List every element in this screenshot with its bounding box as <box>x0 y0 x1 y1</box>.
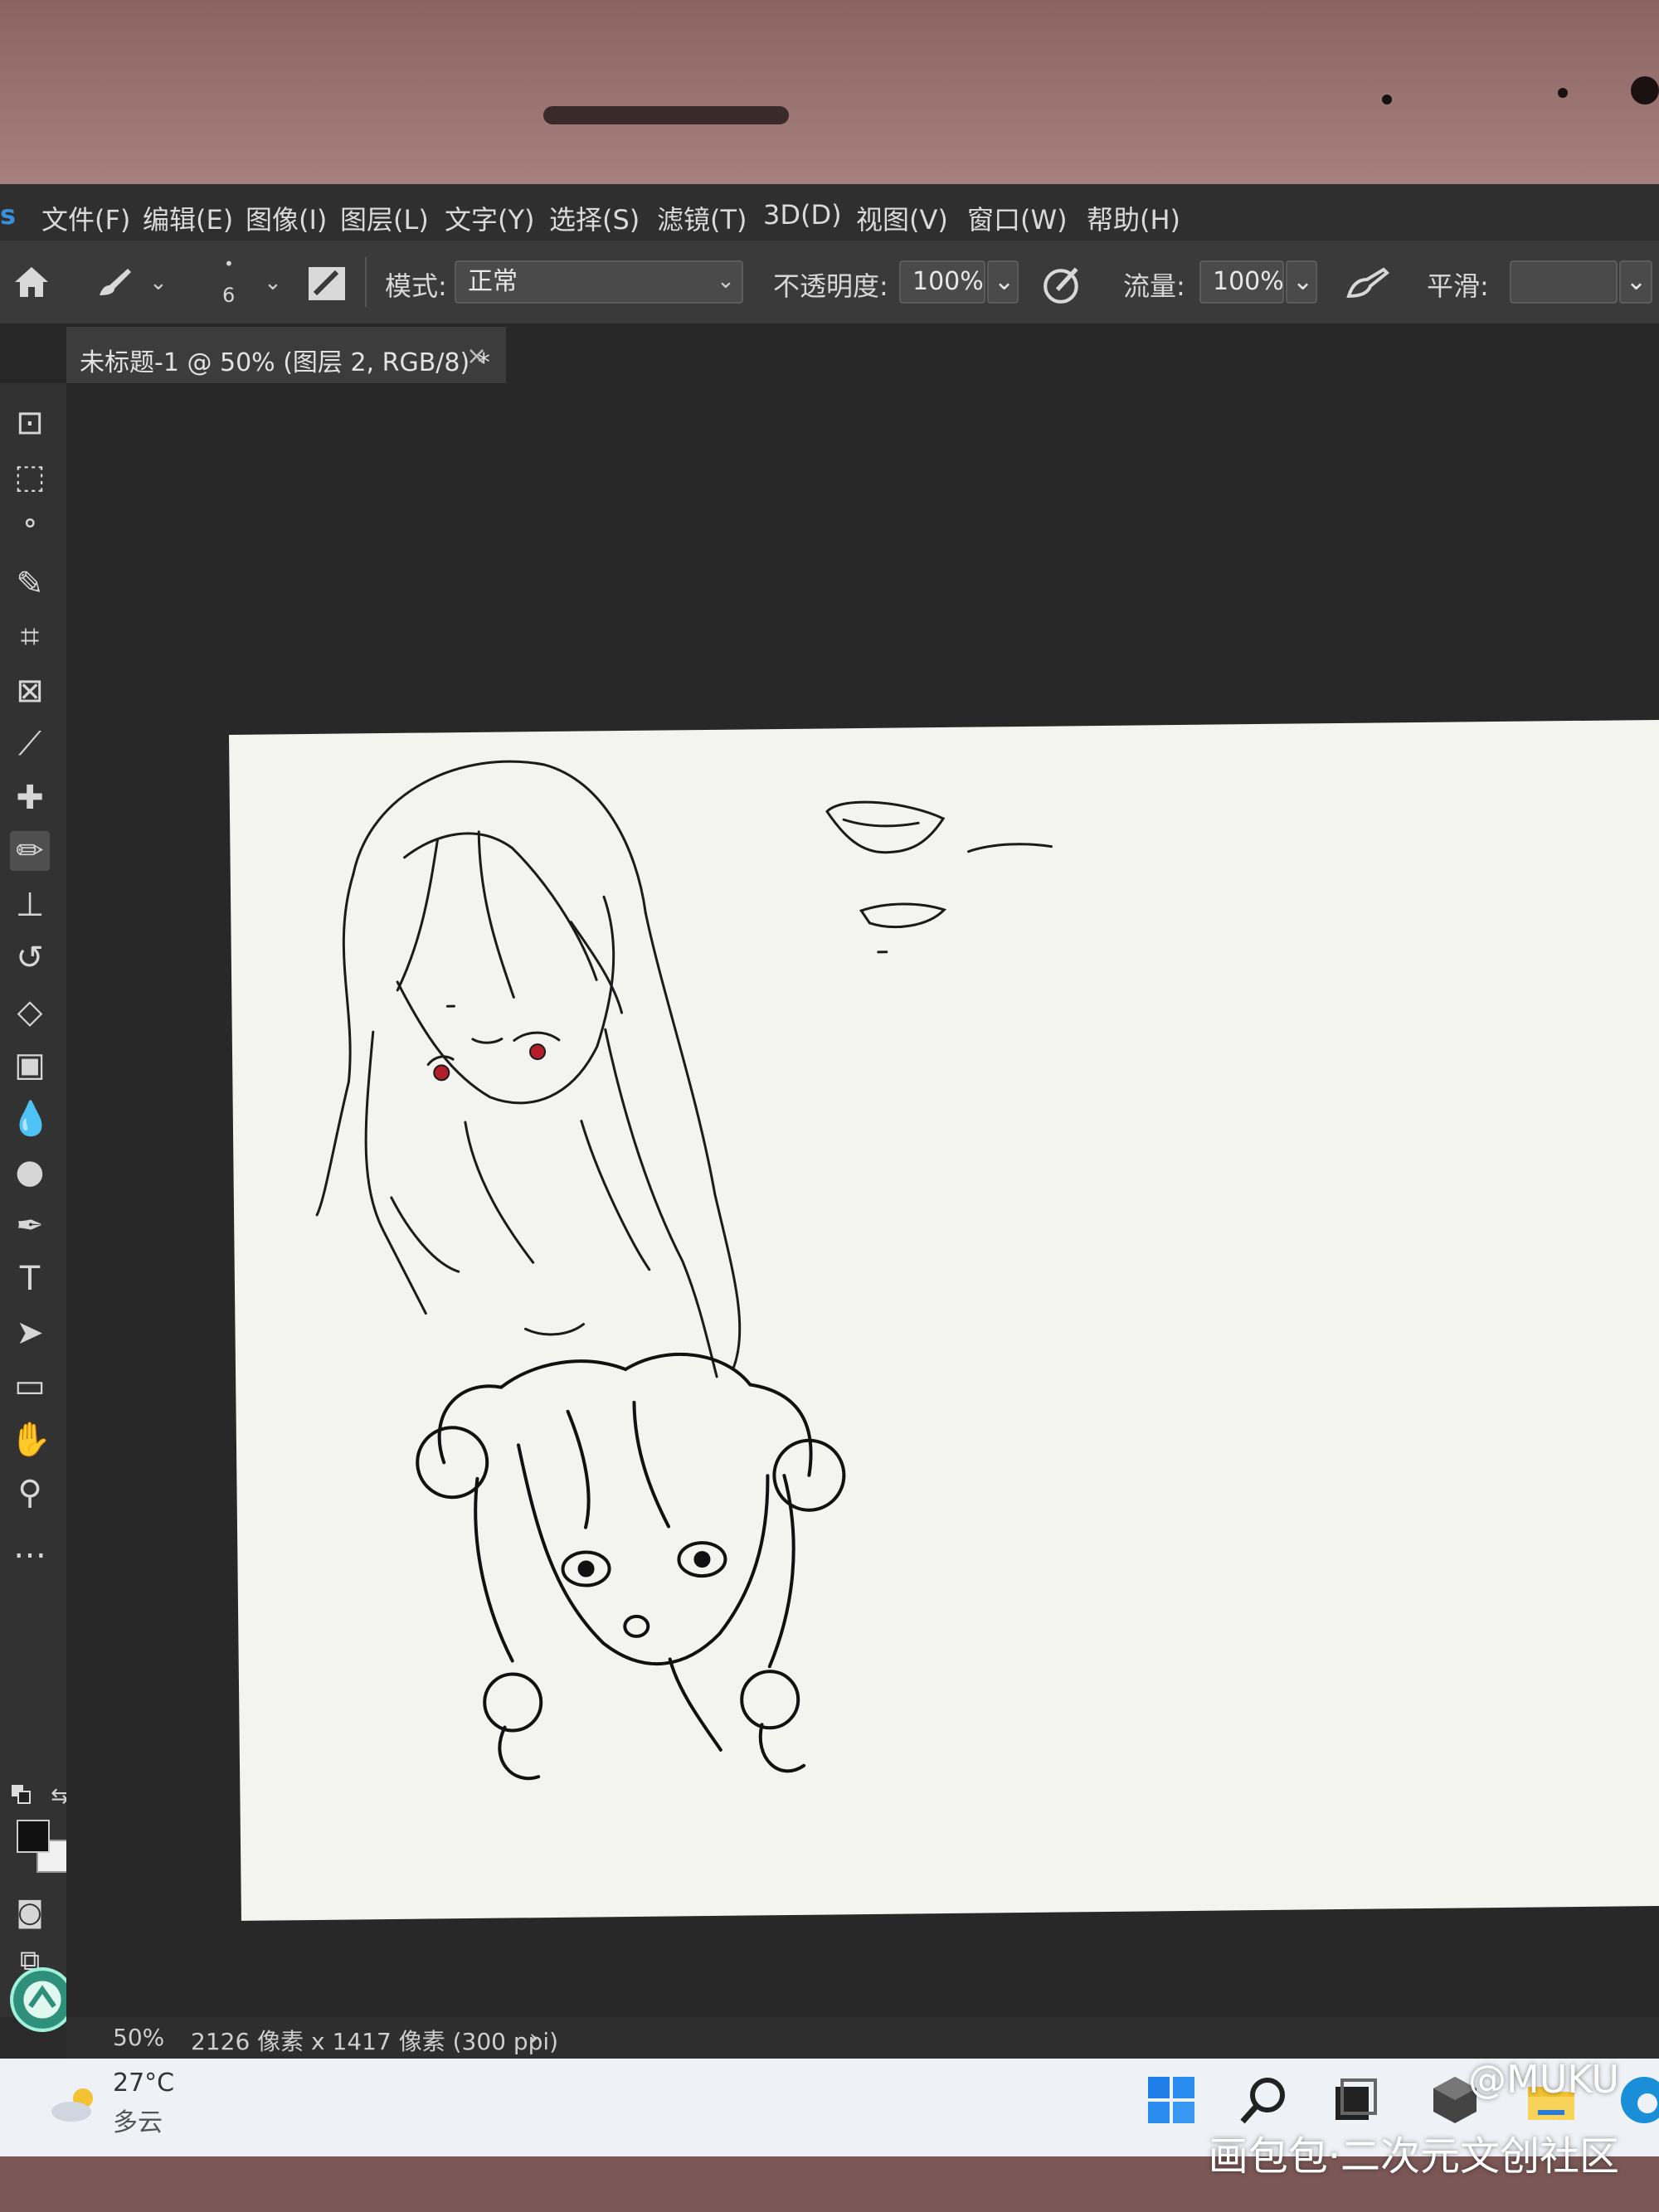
artboard-tool-icon[interactable]: ⊡ <box>10 403 50 443</box>
opacity-dropdown[interactable]: ⌄ <box>987 260 1019 304</box>
windows-start-icon[interactable] <box>1145 2073 1198 2127</box>
menu-edit[interactable]: 编辑(E) <box>143 199 233 237</box>
search-icon[interactable] <box>1238 2073 1291 2127</box>
close-icon[interactable]: × <box>466 342 487 371</box>
flow-label: 流量: <box>1123 270 1185 302</box>
rectangle-tool-icon[interactable]: ▭ <box>10 1366 50 1406</box>
marquee-tool-icon[interactable]: ⬚ <box>10 457 50 497</box>
brush-tool-icon[interactable]: ✏ <box>10 831 50 871</box>
flow-dropdown[interactable]: ⌄ <box>1286 260 1317 304</box>
app-logo: s <box>0 199 17 231</box>
gradient-tool-icon[interactable]: ▣ <box>10 1045 50 1085</box>
status-bar: 50% 2126 像素 x 1417 像素 (300 ppi) › <box>66 2017 1659 2059</box>
brush-size-value: 6 <box>222 284 236 307</box>
pressure-opacity-icon[interactable] <box>1042 264 1083 305</box>
eyedropper-tool-icon[interactable]: ⟋ <box>10 724 50 764</box>
mode-label: 模式: <box>385 270 447 302</box>
sketch-eyes-red <box>433 1043 547 1082</box>
pen-tool-icon[interactable]: ✒ <box>10 1206 50 1246</box>
menu-bar: s 文件(F) 编辑(E) 图像(I) 图层(L) 文字(Y) 选择(S) 滤镜… <box>0 184 1659 241</box>
clone-stamp-tool-icon[interactable]: ⊥ <box>10 885 50 925</box>
sketch-bun-hair-girl <box>416 1352 846 1781</box>
webcam-lens <box>1631 76 1659 105</box>
flow-value: 100% <box>1213 267 1284 296</box>
airbrush-icon[interactable] <box>1344 265 1390 304</box>
task-view-icon[interactable] <box>1327 2073 1380 2127</box>
drawing-canvas[interactable] <box>229 719 1659 1921</box>
type-tool-icon[interactable]: T <box>10 1259 50 1299</box>
menu-window[interactable]: 窗口(W) <box>967 199 1068 237</box>
brush-tip-dot: • <box>224 254 234 274</box>
menu-view[interactable]: 视图(V) <box>856 199 948 237</box>
tools-panel: ⊡ ⬚ ᐤ ✎ ⌗ ⊠ ⟋ ✚ ✏ ⊥ ↺ ◇ ▣ 💧 ● ✒ T ➤ ▭ ✋ ⚲… ⇆ ◙ ⧉ <box>0 383 75 2032</box>
menu-file[interactable]: 文件(F) <box>41 199 130 237</box>
partly-cloudy-icon[interactable] <box>50 2083 103 2125</box>
quick-select-tool-icon[interactable]: ✎ <box>10 564 50 604</box>
healing-brush-tool-icon[interactable]: ✚ <box>10 778 50 818</box>
screen: s 文件(F) 编辑(E) 图像(I) 图层(L) 文字(Y) 选择(S) 滤镜… <box>0 184 1659 2059</box>
zoom-level[interactable]: 50% <box>113 2024 164 2051</box>
menu-help[interactable]: 帮助(H) <box>1087 199 1180 237</box>
chevron-down-icon[interactable]: ⌄ <box>149 270 168 295</box>
quick-mask-icon[interactable]: ◙ <box>10 1893 50 1932</box>
more-tools-icon[interactable]: … <box>10 1527 50 1567</box>
dodge-tool-icon[interactable]: ● <box>10 1152 50 1192</box>
sensor-dot <box>1558 88 1568 98</box>
brush-settings-icon[interactable] <box>307 265 347 302</box>
document-title: 未标题-1 @ 50% (图层 2, RGB/8) * <box>80 348 490 377</box>
monitor-bezel-top <box>0 0 1659 199</box>
menu-select[interactable]: 选择(S) <box>549 199 640 237</box>
chevron-down-icon: ⌄ <box>1626 267 1647 296</box>
flow-field[interactable]: 100% <box>1199 260 1284 304</box>
sensor-dot <box>1382 95 1392 105</box>
menu-image[interactable]: 图像(I) <box>246 199 327 237</box>
path-selection-tool-icon[interactable]: ➤ <box>10 1313 50 1353</box>
hand-tool-icon[interactable]: ✋ <box>10 1420 51 1460</box>
watermark-handle: @MUKU <box>1468 2057 1619 2102</box>
edge-browser-icon[interactable] <box>1618 2073 1659 2127</box>
opacity-field[interactable]: 100% <box>899 260 985 304</box>
lasso-tool-icon[interactable]: ᐤ <box>10 510 50 550</box>
status-menu-arrow-icon[interactable]: › <box>529 2024 538 2051</box>
chevron-down-icon[interactable]: ⌄ <box>717 269 735 294</box>
smoothing-label: 平滑: <box>1427 270 1489 302</box>
weather-description[interactable]: 多云 <box>113 2102 163 2138</box>
toolbar-divider <box>365 257 367 307</box>
smoothing-dropdown[interactable]: ⌄ <box>1619 260 1652 304</box>
smoothing-field[interactable] <box>1510 260 1618 304</box>
brush-preset-icon[interactable] <box>95 264 138 300</box>
blend-mode-select[interactable]: 正常 <box>455 260 743 304</box>
weather-temperature[interactable]: 27°C <box>113 2069 174 2098</box>
eraser-tool-icon[interactable]: ◇ <box>10 992 50 1032</box>
frame-tool-icon[interactable]: ⊠ <box>10 671 50 711</box>
home-icon[interactable] <box>12 262 51 302</box>
blend-mode-value: 正常 <box>468 267 518 296</box>
menu-filter[interactable]: 滤镜(T) <box>657 199 747 237</box>
document-tab-bar: 未标题-1 @ 50% (图层 2, RGB/8) * × <box>0 323 1659 383</box>
blur-tool-icon[interactable]: 💧 <box>10 1099 51 1139</box>
chevron-down-icon: ⌄ <box>994 267 1015 296</box>
menu-layer[interactable]: 图层(L) <box>340 199 429 237</box>
menu-3d[interactable]: 3D(D) <box>763 199 842 231</box>
sketch-long-hair-girl <box>315 760 742 1378</box>
watermark-community: 画包包·二次元文创社区 <box>1208 2133 1619 2180</box>
menu-type[interactable]: 文字(Y) <box>445 199 535 237</box>
options-bar: ⌄ • 6 ⌄ 模式: 正常 ⌄ 不透明度: 100% ⌄ 流量: 100% ⌄… <box>0 241 1659 325</box>
document-info: 2126 像素 x 1417 像素 (300 ppi) <box>191 2028 559 2055</box>
opacity-label: 不透明度: <box>773 270 888 302</box>
crop-tool-icon[interactable]: ⌗ <box>10 617 50 657</box>
document-tab[interactable]: 未标题-1 @ 50% (图层 2, RGB/8) * × <box>66 327 506 383</box>
default-colors-icon[interactable] <box>12 1785 32 1805</box>
zoom-tool-icon[interactable]: ⚲ <box>10 1473 50 1513</box>
chevron-down-icon: ⌄ <box>1292 267 1314 296</box>
sketch-artwork <box>315 760 1053 1781</box>
chevron-down-icon[interactable]: ⌄ <box>264 270 282 295</box>
canvas-workspace <box>66 383 1659 2017</box>
foreground-color-swatch[interactable] <box>17 1820 50 1853</box>
opacity-value: 100% <box>912 267 984 296</box>
camera-slot <box>543 106 789 124</box>
sketch-mouth-studies <box>825 800 1053 954</box>
history-brush-tool-icon[interactable]: ↺ <box>10 938 50 978</box>
